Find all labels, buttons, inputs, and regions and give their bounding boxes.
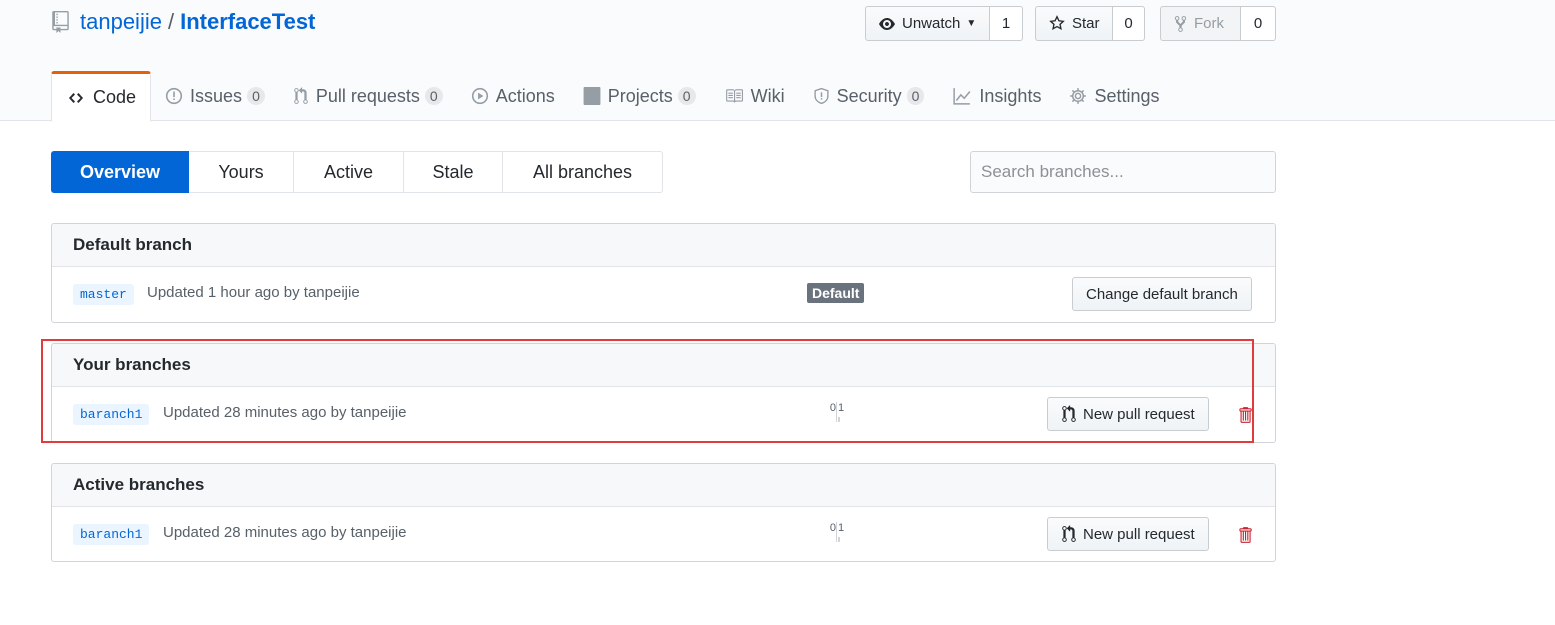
branch-updated-meta: Updated 28 minutes ago by tanpeijie bbox=[163, 524, 407, 541]
shield-icon bbox=[814, 87, 829, 105]
watchers-count[interactable]: 1 bbox=[990, 6, 1023, 41]
chevron-down-icon: ▼ bbox=[966, 18, 977, 29]
filter-yours[interactable]: Yours bbox=[189, 151, 294, 193]
tab-settings[interactable]: Settings bbox=[1055, 71, 1173, 121]
issues-counter: 0 bbox=[247, 87, 265, 105]
projects-counter: 0 bbox=[677, 87, 696, 105]
star-action: Star 0 bbox=[1035, 6, 1145, 41]
tab-issues[interactable]: Issues 0 bbox=[151, 71, 279, 121]
filter-active[interactable]: Active bbox=[294, 151, 404, 193]
graph-icon bbox=[953, 88, 971, 105]
pull-requests-counter: 0 bbox=[424, 87, 443, 105]
unwatch-button[interactable]: Unwatch ▼ bbox=[865, 6, 990, 41]
ahead-count: 1 bbox=[838, 522, 845, 534]
active-branches-box: Active branches baranch1 Updated 28 minu… bbox=[51, 463, 1276, 562]
repo-header: tanpeijie / InterfaceTest Unwatch ▼ 1 St… bbox=[0, 0, 1555, 122]
trash-icon[interactable] bbox=[1237, 526, 1253, 544]
project-icon bbox=[583, 87, 601, 105]
fork-button[interactable]: Fork bbox=[1160, 6, 1241, 41]
fork-action: Fork 0 bbox=[1160, 6, 1276, 41]
tab-insights[interactable]: Insights bbox=[938, 71, 1055, 121]
branch-name-link[interactable]: baranch1 bbox=[73, 524, 150, 545]
branch-row: baranch1 Updated 28 minutes ago by tanpe… bbox=[52, 507, 1275, 562]
tab-code-label: Code bbox=[93, 87, 137, 107]
tab-projects[interactable]: Projects 0 bbox=[569, 71, 710, 121]
ahead-behind-divider bbox=[836, 522, 837, 542]
forks-count[interactable]: 0 bbox=[1241, 6, 1276, 41]
filter-stale[interactable]: Stale bbox=[404, 151, 503, 193]
new-pull-request-button[interactable]: New pull request bbox=[1047, 517, 1209, 551]
watch-action: Unwatch ▼ 1 bbox=[865, 6, 1023, 41]
tab-actions-label: Actions bbox=[495, 85, 555, 106]
security-counter: 0 bbox=[906, 87, 925, 105]
repo-title: tanpeijie / InterfaceTest bbox=[52, 9, 315, 35]
active-branches-header: Active branches bbox=[52, 464, 1275, 507]
unwatch-label: Unwatch bbox=[902, 15, 961, 32]
branch-updated-meta: Updated 1 hour ago by tanpeijie bbox=[147, 284, 360, 301]
filter-all-branches[interactable]: All branches bbox=[503, 151, 663, 193]
branch-filter-nav: Overview Yours Active Stale All branches bbox=[51, 151, 663, 193]
search-branches-input[interactable] bbox=[970, 151, 1276, 193]
star-label: Star bbox=[1072, 15, 1100, 32]
tab-code[interactable]: Code bbox=[51, 71, 152, 122]
repo-tabs: Code Issues 0 Pull requests 0 Actions Pr… bbox=[51, 71, 1174, 122]
tab-security[interactable]: Security 0 bbox=[799, 71, 939, 121]
default-branch-box: Default branch master Updated 1 hour ago… bbox=[51, 223, 1276, 323]
ahead-behind-indicator: 0 1 bbox=[825, 522, 849, 546]
ahead-bar bbox=[838, 537, 840, 542]
tab-projects-label: Projects bbox=[607, 85, 673, 106]
filter-overview[interactable]: Overview bbox=[51, 151, 189, 193]
tab-insights-label: Insights bbox=[979, 85, 1042, 106]
tab-settings-label: Settings bbox=[1094, 85, 1160, 106]
tab-security-label: Security bbox=[836, 85, 902, 106]
pull-request-icon bbox=[294, 87, 308, 104]
eye-icon bbox=[879, 17, 895, 30]
tab-actions[interactable]: Actions bbox=[457, 71, 569, 121]
fork-label: Fork bbox=[1194, 15, 1224, 32]
repo-name-link[interactable]: InterfaceTest bbox=[180, 9, 315, 35]
play-icon bbox=[471, 87, 488, 105]
tab-wiki-label: Wiki bbox=[750, 85, 785, 106]
pull-request-icon bbox=[1062, 525, 1076, 542]
tab-pull-requests-label: Pull requests bbox=[315, 85, 420, 106]
fork-icon bbox=[1174, 15, 1187, 32]
default-label: Default bbox=[807, 283, 865, 303]
branch-name-link[interactable]: master bbox=[73, 284, 134, 305]
tab-wiki[interactable]: Wiki bbox=[710, 71, 799, 121]
issue-icon bbox=[165, 87, 183, 105]
tab-pull-requests[interactable]: Pull requests 0 bbox=[279, 71, 457, 121]
repo-separator: / bbox=[167, 9, 175, 34]
tab-issues-label: Issues bbox=[190, 85, 243, 106]
change-default-branch-button[interactable]: Change default branch bbox=[1072, 277, 1252, 311]
change-default-branch-label: Change default branch bbox=[1086, 285, 1238, 303]
default-branch-header: Default branch bbox=[52, 224, 1275, 267]
book-icon bbox=[725, 89, 743, 103]
branch-row: master Updated 1 hour ago by tanpeijie D… bbox=[52, 267, 1275, 322]
new-pull-request-label: New pull request bbox=[1083, 525, 1195, 543]
highlight-annotation bbox=[41, 339, 1254, 443]
star-button[interactable]: Star bbox=[1035, 6, 1113, 41]
repo-owner-link[interactable]: tanpeijie bbox=[80, 9, 162, 35]
stars-count[interactable]: 0 bbox=[1113, 6, 1145, 41]
repo-icon bbox=[52, 11, 69, 33]
star-icon bbox=[1049, 14, 1065, 30]
code-icon bbox=[69, 92, 83, 103]
gear-icon bbox=[1070, 88, 1087, 104]
